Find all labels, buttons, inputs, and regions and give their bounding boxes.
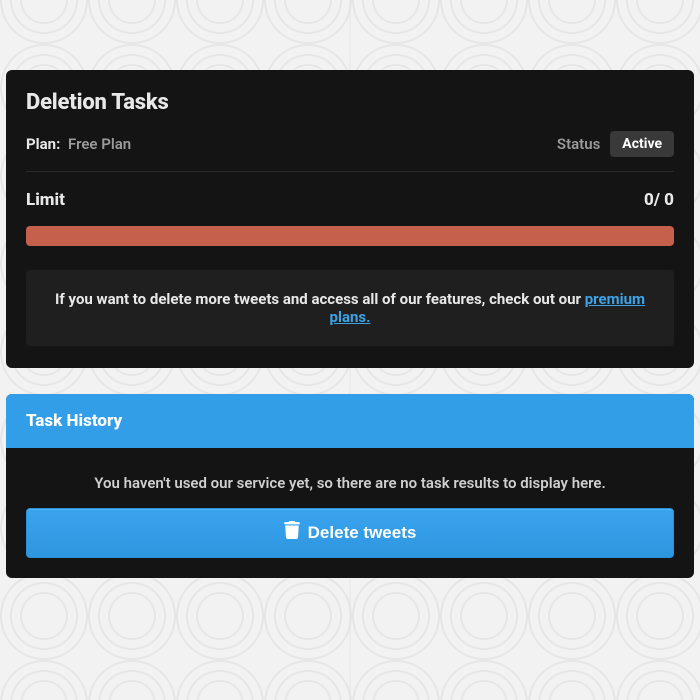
task-history-header: Task History	[6, 394, 694, 448]
upsell-banner: If you want to delete more tweets and ac…	[26, 270, 674, 346]
limit-value: 0/ 0	[644, 190, 674, 210]
deletion-tasks-title: Deletion Tasks	[26, 90, 674, 115]
divider	[26, 171, 674, 172]
limit-row: Limit 0/ 0	[26, 190, 674, 210]
plan-status-row: Plan: Free Plan Status Active	[26, 131, 674, 157]
delete-tweets-button-label: Delete tweets	[308, 523, 417, 543]
upsell-text: If you want to delete more tweets and ac…	[55, 290, 585, 308]
status-wrap: Status Active	[557, 131, 674, 157]
plan-info: Plan: Free Plan	[26, 135, 131, 153]
plan-value: Free Plan	[68, 135, 131, 153]
limit-label: Limit	[26, 190, 65, 210]
task-history-body: You haven't used our service yet, so the…	[6, 448, 694, 578]
empty-state-text: You haven't used our service yet, so the…	[26, 464, 674, 508]
deletion-tasks-card: Deletion Tasks Plan: Free Plan Status Ac…	[6, 70, 694, 368]
status-label: Status	[557, 135, 600, 153]
plan-label: Plan:	[26, 135, 60, 153]
delete-tweets-button[interactable]: Delete tweets	[26, 508, 674, 558]
status-badge: Active	[610, 131, 674, 157]
task-history-card: Task History You haven't used our servic…	[6, 394, 694, 578]
trash-icon	[284, 521, 300, 544]
limit-progress-bar	[26, 226, 674, 246]
